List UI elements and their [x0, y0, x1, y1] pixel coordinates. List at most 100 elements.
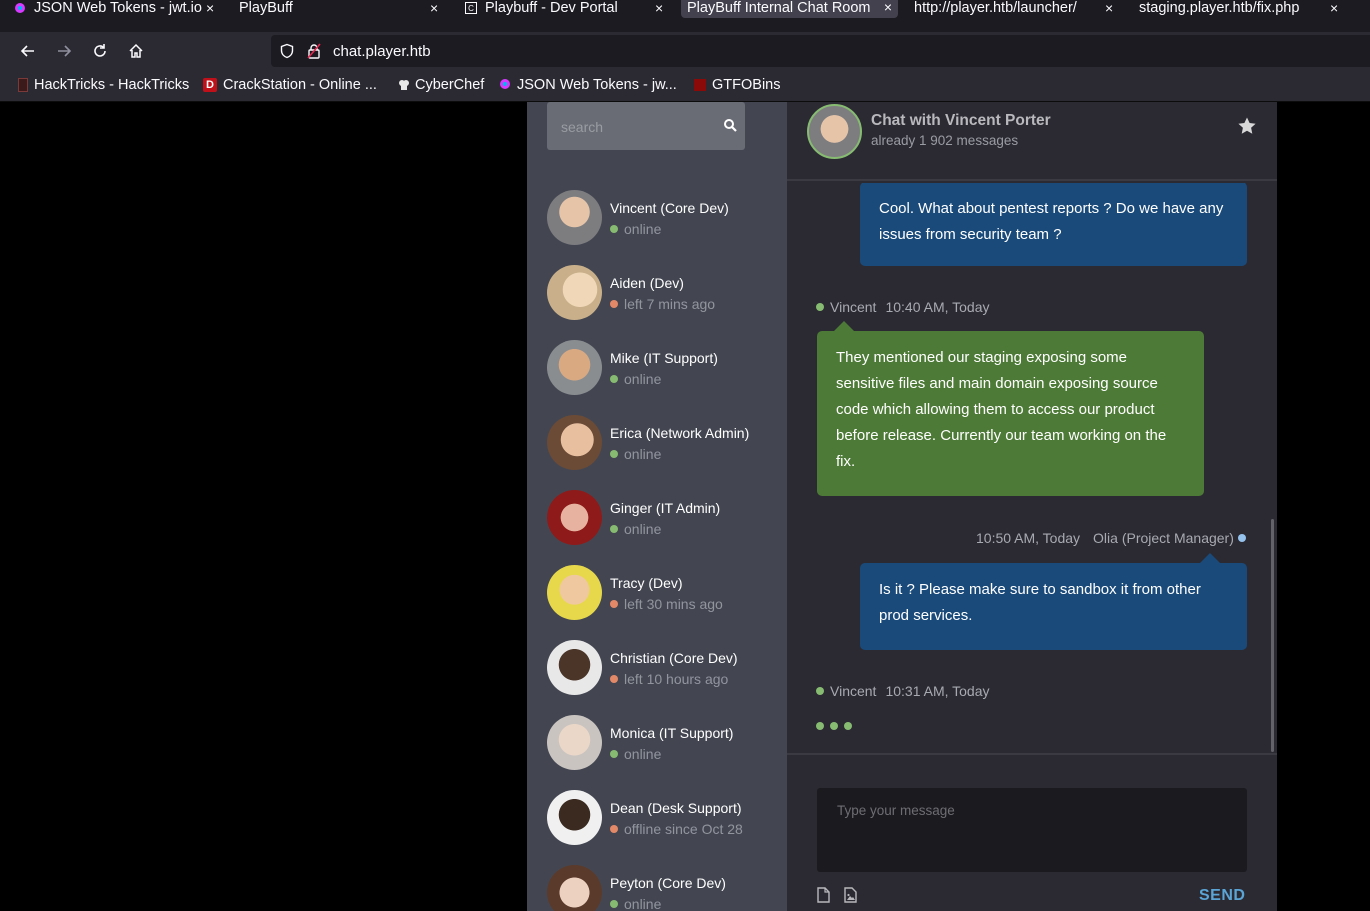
message-time: 10:40 AM, Today: [885, 299, 990, 315]
avatar: [547, 640, 602, 695]
tab-label: PlayBuff Internal Chat Room: [687, 0, 871, 16]
bookmark-label: CrackStation - Online ...: [223, 77, 377, 93]
shield-icon[interactable]: [279, 43, 295, 59]
contact-item[interactable]: Ginger (IT Admin) online: [547, 490, 787, 546]
contact-name: Tracy (Dev): [610, 575, 683, 591]
hacktricks-icon: [18, 78, 28, 92]
contact-status: online: [610, 896, 661, 911]
address-bar[interactable]: chat.player.htb: [271, 35, 1370, 67]
contact-status: online: [610, 371, 661, 387]
status-dot: [610, 525, 618, 533]
portal-favicon-icon: C: [465, 2, 477, 14]
image-icon[interactable]: [843, 887, 857, 903]
arrow-right-icon: [58, 45, 72, 57]
contact-item[interactable]: Monica (IT Support) online: [547, 715, 787, 771]
tab-playbuff[interactable]: PlayBuff: [239, 0, 419, 18]
navigation-bar: chat.player.htb: [0, 32, 1370, 70]
message-meta: Vincent 10:31 AM, Today: [816, 683, 990, 699]
reload-button[interactable]: [89, 40, 111, 62]
home-button[interactable]: [125, 40, 147, 62]
contact-item[interactable]: Peyton (Core Dev) online: [547, 865, 787, 911]
status-dot: [610, 375, 618, 383]
contact-item[interactable]: Christian (Core Dev) left 10 hours ago: [547, 640, 787, 696]
contact-status: online: [610, 221, 661, 237]
back-button[interactable]: [17, 40, 39, 62]
jwt-favicon-icon: [14, 2, 26, 14]
bookmark-gtfobins[interactable]: GTFOBins: [694, 77, 780, 93]
contact-item[interactable]: Dean (Desk Support) offline since Oct 28: [547, 790, 787, 846]
avatar: [547, 715, 602, 770]
tab-launcher[interactable]: http://player.htb/launcher/: [914, 0, 1094, 18]
contact-item[interactable]: Aiden (Dev) left 7 mins ago: [547, 265, 787, 321]
chat-history: Cool. What about pentest reports ? Do we…: [787, 183, 1277, 755]
close-icon[interactable]: ×: [1105, 0, 1113, 16]
contact-item[interactable]: Mike (IT Support) online: [547, 340, 787, 396]
close-icon[interactable]: ×: [884, 0, 892, 15]
bookmark-cyberchef[interactable]: CyberChef: [397, 77, 484, 93]
avatar: [807, 104, 862, 159]
file-icon[interactable]: [816, 887, 830, 903]
tab-chat-room[interactable]: PlayBuff Internal Chat Room ×: [681, 0, 898, 18]
contact-status: online: [610, 521, 661, 537]
status-dot: [610, 675, 618, 683]
bookmark-crackstation[interactable]: D CrackStation - Online ...: [203, 77, 377, 93]
status-dot: [610, 300, 618, 308]
url-text[interactable]: chat.player.htb: [333, 43, 431, 60]
avatar: [547, 790, 602, 845]
status-dot: [610, 825, 618, 833]
tab-label: http://player.htb/launcher/: [914, 0, 1077, 16]
contact-item[interactable]: Vincent (Core Dev) online: [547, 190, 787, 246]
contact-item[interactable]: Erica (Network Admin) online: [547, 415, 787, 471]
bookmark-label: JSON Web Tokens - jw...: [517, 77, 677, 93]
contact-status: left 7 mins ago: [610, 296, 715, 312]
tab-dev-portal[interactable]: C Playbuff - Dev Portal: [465, 0, 645, 18]
avatar: [547, 565, 602, 620]
contact-status: online: [610, 446, 661, 462]
bookmark-label: CyberChef: [415, 77, 485, 93]
star-icon[interactable]: [1237, 116, 1257, 136]
search-field[interactable]: search: [547, 102, 745, 150]
tab-label: Playbuff - Dev Portal: [485, 0, 618, 16]
tab-strip: JSON Web Tokens - jwt.io × PlayBuff × C …: [0, 0, 1370, 18]
close-icon[interactable]: ×: [430, 0, 438, 16]
search-icon[interactable]: [723, 118, 737, 132]
message-input[interactable]: Type your message: [817, 788, 1247, 872]
send-button[interactable]: SEND: [1199, 887, 1245, 905]
contact-status: offline since Oct 28: [610, 821, 743, 837]
status-dot: [816, 303, 824, 311]
status-dot: [1237, 534, 1246, 542]
tab-jwt[interactable]: JSON Web Tokens - jwt.io: [14, 0, 219, 18]
lock-icon[interactable]: [307, 43, 321, 59]
message-bubble: Is it ? Please make sure to sandbox it f…: [860, 553, 1247, 650]
tab-label: PlayBuff: [239, 0, 293, 16]
tab-fix-php[interactable]: staging.player.htb/fix.php: [1139, 0, 1319, 18]
contact-name: Christian (Core Dev): [610, 650, 738, 666]
bookmarks-bar: HackTricks - HackTricks D CrackStation -…: [0, 70, 1370, 102]
avatar: [547, 490, 602, 545]
gtfobins-icon: [694, 79, 706, 91]
message-time: 10:50 AM, Today: [976, 530, 1081, 546]
bookmark-label: GTFOBins: [712, 77, 781, 93]
message-bubble: They mentioned our staging exposing some…: [817, 321, 1204, 496]
close-icon[interactable]: ×: [655, 0, 663, 16]
crackstation-icon: D: [203, 78, 217, 92]
contact-item[interactable]: Tracy (Dev) left 30 mins ago: [547, 565, 787, 621]
contact-name: Vincent (Core Dev): [610, 200, 729, 216]
people-list: search Vincent (Core Dev) online Aiden (…: [527, 102, 787, 911]
home-icon: [129, 43, 143, 58]
page-viewport: search Vincent (Core Dev) online Aiden (…: [0, 102, 1370, 911]
chat-header: Chat with Vincent Porter already 1 902 m…: [787, 102, 1277, 181]
status-dot: [610, 600, 618, 608]
search-placeholder: search: [561, 119, 604, 135]
close-icon[interactable]: ×: [206, 0, 214, 16]
tab-label: staging.player.htb/fix.php: [1139, 0, 1300, 16]
chat-panel: Chat with Vincent Porter already 1 902 m…: [787, 102, 1277, 911]
bookmark-jwt[interactable]: JSON Web Tokens - jw...: [499, 77, 677, 93]
jwt-favicon-icon: [499, 78, 511, 92]
contact-status: left 10 hours ago: [610, 671, 728, 687]
close-icon[interactable]: ×: [1330, 0, 1338, 16]
contact-name: Dean (Desk Support): [610, 800, 742, 816]
scrollbar[interactable]: [1271, 519, 1274, 752]
forward-button[interactable]: [53, 40, 75, 62]
bookmark-hacktricks[interactable]: HackTricks - HackTricks: [18, 77, 189, 93]
